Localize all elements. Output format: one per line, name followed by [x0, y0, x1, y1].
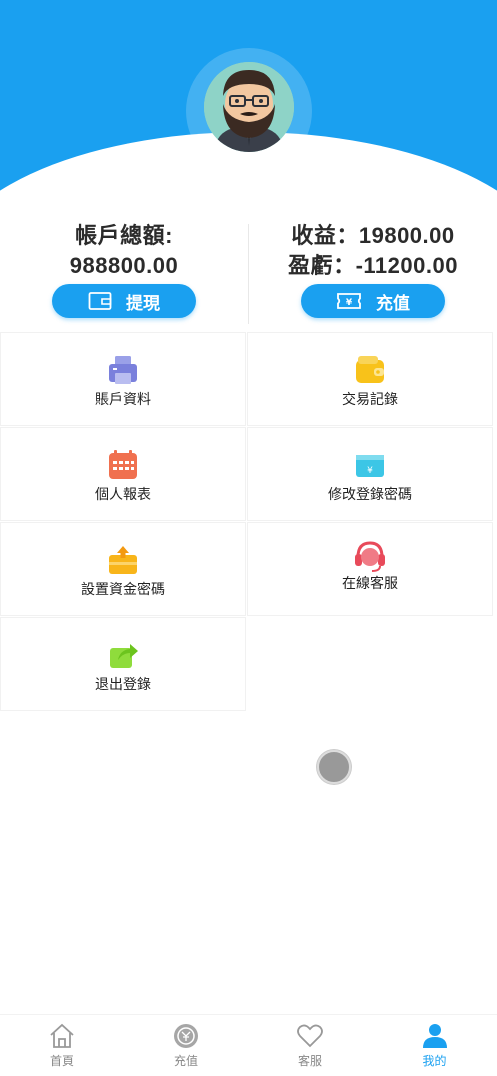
avatar[interactable]: [204, 62, 294, 152]
card-icon: ¥: [356, 455, 384, 477]
floating-assistive-button[interactable]: [317, 750, 351, 784]
menu-personal-report[interactable]: 個人報表: [0, 427, 246, 521]
menu-personal-report-label: 個人報表: [95, 486, 151, 502]
total-balance-value: 988800.00: [69, 253, 179, 278]
menu-transactions-label: 交易記錄: [342, 391, 398, 407]
menu-change-login-password[interactable]: ¥ 修改登錄密碼: [247, 427, 493, 521]
recharge-label: 充值: [376, 293, 410, 313]
tab-mine[interactable]: 我的: [372, 1015, 497, 1076]
menu-transactions[interactable]: 交易記錄: [247, 332, 493, 426]
headset-icon: [355, 541, 385, 572]
total-balance-label: 帳戶總額:: [75, 223, 173, 248]
deposit-card-icon: [109, 546, 137, 574]
menu-logout[interactable]: 退出登錄: [0, 617, 246, 711]
tab-support-label: 客服: [297, 1054, 322, 1068]
menu-account-info-label: 賬戶資料: [95, 391, 151, 407]
user-icon: [422, 1024, 447, 1048]
profit-panel: 收益：19800.00 盈虧：-11200.00 ¥ 充值: [249, 218, 497, 330]
income-line: 收益：19800.00: [291, 223, 455, 248]
menu-logout-label: 退出登錄: [95, 676, 151, 692]
share-exit-icon: [110, 644, 138, 668]
tab-mine-label: 我的: [422, 1054, 447, 1068]
menu-online-support[interactable]: 在線客服: [247, 522, 493, 616]
calendar-icon: [109, 450, 137, 479]
tab-recharge-label: 充值: [173, 1054, 198, 1068]
menu-set-fund-password[interactable]: 設置資金密碼: [0, 522, 246, 616]
wallet-icon: [88, 292, 112, 310]
balance-section: 帳戶總額: 988800.00 提現 收益：19800.00 盈虧：-11200…: [0, 218, 497, 330]
printer-icon: [109, 356, 137, 384]
svg-text:¥: ¥: [367, 466, 373, 476]
recharge-button[interactable]: ¥ 充值: [301, 284, 445, 318]
withdraw-label: 提現: [126, 293, 160, 313]
menu-account-info[interactable]: 賬戶資料: [0, 332, 246, 426]
home-icon: [50, 1023, 74, 1048]
tab-recharge[interactable]: 充值: [124, 1015, 248, 1076]
menu-change-login-password-label: 修改登錄密碼: [328, 486, 412, 502]
tab-home-label: 首頁: [49, 1054, 74, 1068]
svg-text:¥: ¥: [346, 298, 353, 308]
wallet-icon: [356, 356, 384, 383]
loss-line: 盈虧：-11200.00: [288, 253, 458, 278]
ticket-icon: ¥: [337, 293, 361, 309]
total-balance-panel: 帳戶總額: 988800.00 提現: [0, 218, 248, 330]
coin-icon: [174, 1024, 198, 1048]
heart-icon: [297, 1024, 323, 1048]
bearded-man-avatar-icon: [204, 62, 294, 152]
bottom-tab-bar: 首頁 充值 客服 我的: [0, 1014, 497, 1076]
menu-set-fund-password-label: 設置資金密碼: [81, 581, 165, 597]
tab-support[interactable]: 客服: [248, 1015, 372, 1076]
tab-home[interactable]: 首頁: [0, 1015, 124, 1076]
withdraw-button[interactable]: 提現: [52, 284, 196, 318]
menu-online-support-label: 在線客服: [342, 575, 398, 591]
